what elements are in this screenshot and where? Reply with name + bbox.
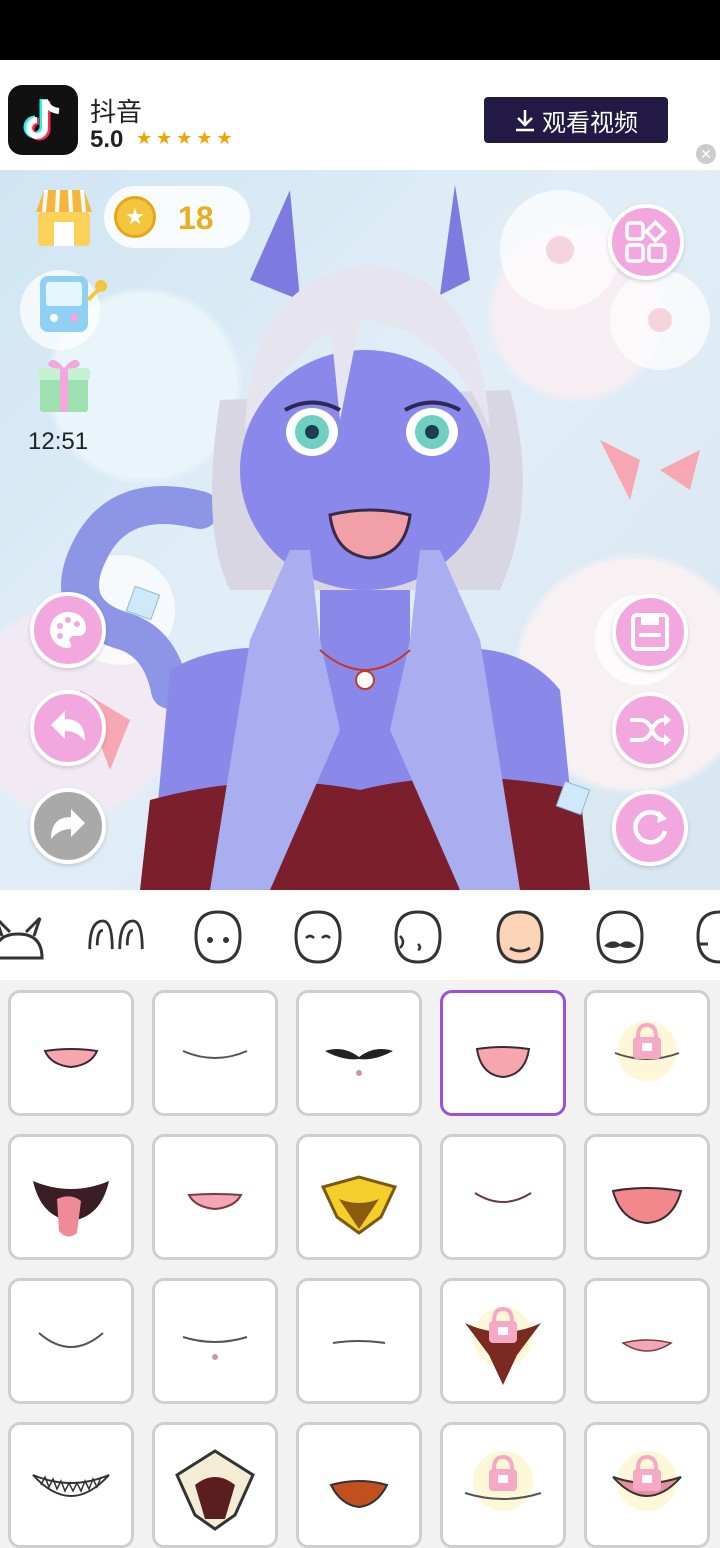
mouth-option-selected[interactable] xyxy=(440,990,566,1116)
gift-icon[interactable] xyxy=(36,354,92,414)
lock-icon xyxy=(498,1327,508,1335)
ad-banner[interactable]: 抖音 5.0 ★★★★★ 观看视频 ✕ 广告 xyxy=(0,60,720,234)
mouth-option[interactable] xyxy=(296,1134,422,1260)
ad-app-name: 抖音 xyxy=(90,97,143,127)
tab-face-shape-2-icon[interactable] xyxy=(288,906,348,966)
undo-icon xyxy=(51,711,85,741)
mouth-option[interactable] xyxy=(8,1278,134,1404)
status-bar xyxy=(0,0,720,60)
mouth-option[interactable] xyxy=(296,1278,422,1404)
tab-face-shape-1-icon[interactable] xyxy=(188,906,248,966)
mouth-option-locked[interactable] xyxy=(440,1278,566,1404)
coin-counter: ★ 18 xyxy=(104,186,250,248)
mouth-option[interactable] xyxy=(152,1278,278,1404)
mouth-option[interactable] xyxy=(152,1134,278,1260)
grid-icon xyxy=(625,220,668,263)
close-ad-icon[interactable]: ✕ xyxy=(696,144,716,164)
tab-face-shape-4-icon[interactable] xyxy=(690,906,720,966)
mouth-option[interactable] xyxy=(296,1422,422,1548)
download-icon xyxy=(516,110,534,132)
coin-count: 18 xyxy=(178,200,214,236)
tab-horns-icon[interactable] xyxy=(0,906,48,966)
tab-mouth-icon[interactable] xyxy=(490,906,550,966)
mouth-option-locked[interactable] xyxy=(440,1422,566,1548)
tiktok-logo-icon xyxy=(8,85,78,155)
tab-face-shape-3-icon[interactable] xyxy=(388,906,448,966)
save-button[interactable] xyxy=(612,594,688,670)
ad-stars: ★★★★★ xyxy=(136,128,237,148)
mouth-option[interactable] xyxy=(584,1278,710,1404)
mouth-option[interactable] xyxy=(296,990,422,1116)
lock-icon xyxy=(642,1043,652,1051)
redo-button[interactable] xyxy=(30,788,106,864)
reset-button[interactable] xyxy=(612,790,688,866)
tab-mustache-icon[interactable] xyxy=(590,906,650,966)
watch-video-label: 观看视频 xyxy=(542,109,638,137)
shuffle-icon xyxy=(630,714,671,746)
lock-icon xyxy=(498,1475,508,1483)
mouth-option[interactable] xyxy=(8,1134,134,1260)
mouth-option[interactable] xyxy=(8,990,134,1116)
save-icon xyxy=(631,613,669,651)
character-preview: ★ 18 12:51 xyxy=(0,170,720,890)
palette-icon xyxy=(50,612,86,648)
mouth-option[interactable] xyxy=(152,990,278,1116)
watch-video-button[interactable]: 观看视频 xyxy=(484,97,668,143)
ad-rating: 5.0 xyxy=(90,126,124,153)
character-illustration xyxy=(20,185,710,890)
lock-icon xyxy=(642,1475,652,1483)
shuffle-button[interactable] xyxy=(612,692,688,768)
mouth-option[interactable] xyxy=(584,1134,710,1260)
category-grid-button[interactable] xyxy=(608,204,684,280)
mouth-option-locked[interactable] xyxy=(584,1422,710,1548)
palette-button[interactable] xyxy=(30,592,106,668)
mouth-option[interactable] xyxy=(8,1422,134,1548)
game-console-icon[interactable] xyxy=(38,270,108,334)
mouth-option-locked[interactable] xyxy=(584,990,710,1116)
reset-icon xyxy=(633,810,668,845)
mouth-options-grid xyxy=(0,980,720,1548)
coin-icon: ★ xyxy=(114,196,156,238)
category-tab-bar xyxy=(0,890,720,980)
shop-icon[interactable] xyxy=(32,184,96,248)
timer-text: 12:51 xyxy=(28,428,89,455)
redo-icon xyxy=(51,809,85,839)
mouth-option[interactable] xyxy=(152,1422,278,1548)
mouth-option[interactable] xyxy=(440,1134,566,1260)
tab-ears-icon[interactable] xyxy=(86,906,146,966)
undo-button[interactable] xyxy=(30,690,106,766)
